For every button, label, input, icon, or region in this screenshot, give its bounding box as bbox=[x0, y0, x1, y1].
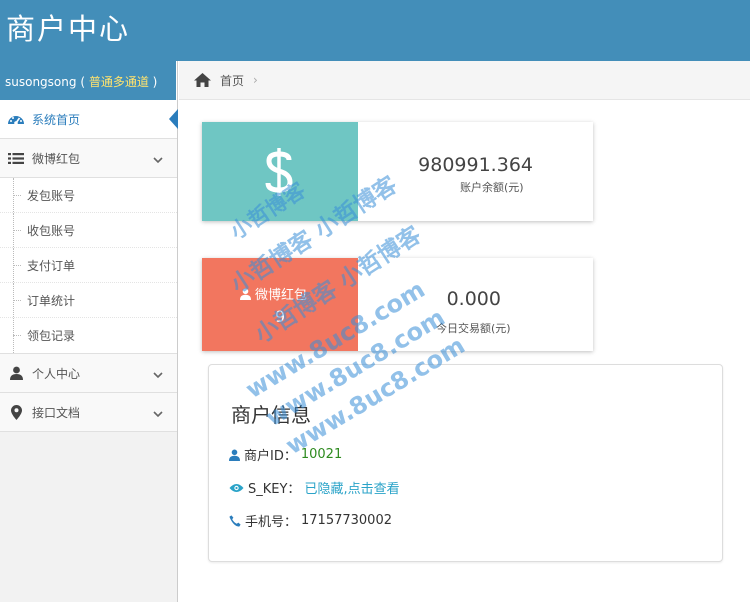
paren-close: ) bbox=[148, 75, 158, 89]
breadcrumb: 首页 › bbox=[179, 61, 750, 100]
balance-caption: 账户余额(元) bbox=[460, 181, 524, 194]
sidebar-item-label: 接口文档 bbox=[32, 405, 81, 420]
user-info: susongsong ( 普通多通道 ) bbox=[0, 61, 177, 100]
sidebar-item-personal[interactable]: 个人中心 bbox=[0, 354, 177, 393]
sidebar-subitem-receive-account[interactable]: 收包账号 bbox=[0, 213, 177, 248]
sidebar-subitem-order-stats[interactable]: 订单统计 bbox=[0, 283, 177, 318]
phone-row: 手机号： 17157730002 bbox=[229, 511, 392, 530]
merchant-id-row: 商户ID： 10021 bbox=[229, 445, 342, 464]
eye-icon bbox=[229, 483, 244, 492]
list-icon bbox=[4, 152, 28, 165]
app-title: 商户中心 bbox=[6, 12, 131, 46]
phone-label: 手机号： bbox=[245, 515, 298, 530]
chevron-down-icon bbox=[153, 368, 163, 382]
paren-open: ( bbox=[76, 75, 89, 89]
skey-row: S_KEY： 已隐藏,点击查看 bbox=[229, 478, 400, 497]
username: susongsong bbox=[5, 75, 77, 89]
sidebar-item-label: 微博红包 bbox=[32, 151, 81, 166]
user-icon bbox=[229, 449, 240, 461]
dashboard-icon bbox=[4, 112, 28, 126]
breadcrumb-home-link[interactable]: 首页 bbox=[220, 72, 244, 89]
phone-value: 17157730002 bbox=[301, 513, 392, 528]
sidebar-subitem-send-account[interactable]: 发包账号 bbox=[0, 178, 177, 213]
balance-value: 980991.364 bbox=[418, 154, 533, 176]
sidebar-item-label: 个人中心 bbox=[32, 366, 81, 381]
weibo-submenu: 发包账号 收包账号 支付订单 订单统计 领包记录 bbox=[0, 178, 177, 354]
sidebar-subitem-claim-records[interactable]: 领包记录 bbox=[0, 318, 177, 353]
sidebar-item-label: 系统首页 bbox=[32, 112, 81, 127]
map-marker-icon bbox=[4, 404, 28, 420]
chevron-down-icon bbox=[153, 153, 163, 167]
sidebar-subitem-payment-orders[interactable]: 支付订单 bbox=[0, 248, 177, 283]
channel-name: 普通多通道 bbox=[88, 75, 149, 89]
sidebar-item-weibo[interactable]: 微博红包 bbox=[0, 139, 177, 178]
phone-icon bbox=[229, 514, 241, 527]
home-icon bbox=[194, 73, 211, 87]
top-bar: 商户中心 bbox=[0, 0, 750, 61]
skey-label: S_KEY： bbox=[248, 482, 301, 497]
weibo-value: 0.000 bbox=[446, 288, 501, 310]
chevron-down-icon bbox=[153, 407, 163, 421]
sidebar-item-api-docs[interactable]: 接口文档 bbox=[0, 393, 177, 432]
sidebar-item-home[interactable]: 系统首页 bbox=[0, 100, 178, 139]
user-icon bbox=[4, 366, 28, 380]
skey-reveal-link[interactable]: 已隐藏,点击查看 bbox=[304, 478, 399, 497]
sidebar: susongsong ( 普通多通道 ) 系统首页 微博红包 发包账号 收包账号… bbox=[0, 61, 178, 602]
breadcrumb-separator: › bbox=[253, 73, 258, 87]
